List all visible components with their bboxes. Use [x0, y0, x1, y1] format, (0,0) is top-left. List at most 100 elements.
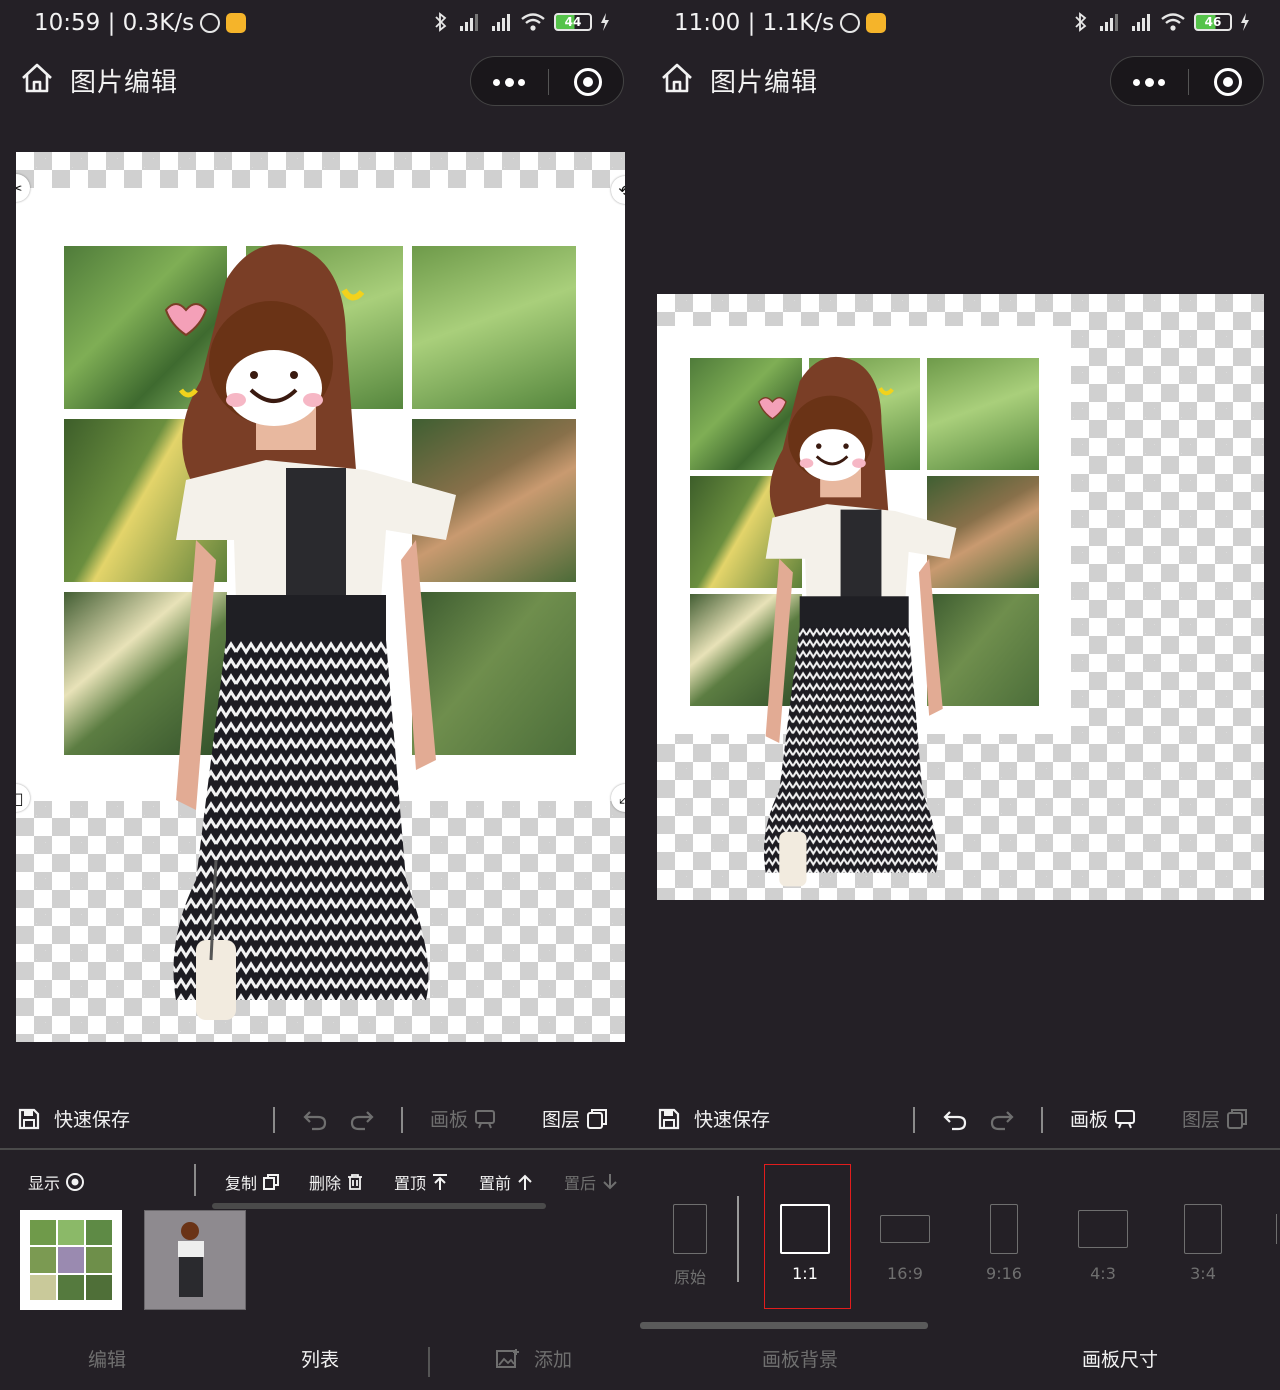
- board-icon: [1115, 1109, 1136, 1128]
- bottom-tabs: 编辑 列表 添加: [0, 1345, 640, 1385]
- bring-to-top-button[interactable]: 置顶: [394, 1170, 449, 1194]
- ratio-9-16-label: 9:16: [986, 1264, 1022, 1283]
- title-bar: 图片编辑: [0, 52, 640, 108]
- layer-operations: 显示 复制 删除 置顶 置前 置后: [0, 1160, 640, 1204]
- layers-button[interactable]: 图层: [1182, 1105, 1248, 1132]
- ratio-9-16[interactable]: 9:16: [964, 1200, 1044, 1290]
- title-bar: 图片编辑: [640, 52, 1280, 108]
- signal-icon-2: [492, 14, 510, 31]
- copy-icon: [263, 1174, 280, 1190]
- alarm-icon: [200, 13, 221, 33]
- more-icon[interactable]: [493, 78, 525, 87]
- quick-save-button[interactable]: 快速保存: [658, 1105, 770, 1132]
- page-title: 图片编辑: [70, 68, 179, 98]
- bring-forward-button[interactable]: 置前: [479, 1170, 534, 1194]
- ratio-divider: [737, 1196, 739, 1282]
- ratio-3-4[interactable]: 3:4: [1163, 1200, 1243, 1290]
- more-icon[interactable]: [1133, 78, 1165, 87]
- editor-toolbar: 快速保存 画板 图层: [640, 1095, 1280, 1149]
- alarm-icon: [840, 13, 861, 33]
- quick-save-button[interactable]: 快速保存: [18, 1105, 130, 1132]
- copy-button[interactable]: 复制: [225, 1170, 280, 1194]
- undo-icon[interactable]: [302, 1108, 328, 1132]
- toolbar-divider: [273, 1107, 275, 1133]
- layers-button[interactable]: 图层: [542, 1105, 608, 1132]
- wifi-icon: [521, 13, 545, 31]
- toolbar-divider: [401, 1107, 403, 1133]
- layer-thumbnail-collage[interactable]: [20, 1210, 122, 1310]
- status-icons: 46: [1074, 12, 1250, 32]
- board-button[interactable]: 画板: [1070, 1105, 1136, 1132]
- backward-label: 置后: [564, 1174, 597, 1193]
- capsule-divider: [1188, 69, 1189, 95]
- eye-icon: [66, 1173, 85, 1191]
- status-icons: 44: [434, 12, 610, 32]
- battery-indicator: 46: [1194, 13, 1232, 31]
- right-screen: 11:00 | 1.1K/s 46 图片编辑 快速保存 画板 图层 原始 1:1…: [640, 0, 1280, 1390]
- redo-icon[interactable]: [349, 1108, 375, 1132]
- mini-program-capsule: [1110, 56, 1264, 106]
- ops-scrollbar[interactable]: [212, 1203, 546, 1209]
- ratio-3-4-shape: [1184, 1204, 1222, 1254]
- undo-icon[interactable]: [942, 1108, 968, 1132]
- tab-edit[interactable]: 编辑: [88, 1345, 126, 1372]
- app-badge-icon: [226, 13, 247, 33]
- ratio-1-1[interactable]: 1:1: [765, 1200, 845, 1290]
- board-icon: [475, 1109, 496, 1128]
- editor-canvas[interactable]: ✂ ⟲ ◧ ⤢: [16, 152, 625, 1042]
- ratio-original-shape: [673, 1204, 707, 1254]
- left-screen: 10:59 | 0.3K/s 44 图片编辑 ✂ ⟲ 快速保存 画板 图层 显示…: [0, 0, 640, 1390]
- target-icon[interactable]: [1214, 68, 1242, 96]
- person-photo[interactable]: [752, 354, 970, 900]
- tab-divider: [428, 1347, 430, 1377]
- add-image-icon: [496, 1348, 519, 1368]
- ratio-16-9-label: 16:9: [887, 1264, 923, 1283]
- signal-icon: [460, 14, 478, 31]
- ratio-original[interactable]: 原始: [650, 1200, 730, 1290]
- toolbar-divider: [913, 1107, 915, 1133]
- home-icon[interactable]: [660, 62, 694, 94]
- layers-label: 图层: [1182, 1109, 1221, 1131]
- person-photo[interactable]: [156, 240, 476, 1040]
- layers-icon: [1227, 1108, 1248, 1129]
- quick-save-label: 快速保存: [54, 1109, 131, 1131]
- ratio-3-4-label: 3:4: [1190, 1264, 1216, 1283]
- signal-icon: [1100, 14, 1118, 31]
- ratio-more-peek: [1276, 1214, 1280, 1244]
- ratio-16-9[interactable]: 16:9: [865, 1200, 945, 1290]
- board-button[interactable]: 画板: [430, 1105, 496, 1132]
- editor-toolbar: 快速保存 画板 图层: [0, 1095, 640, 1149]
- charging-icon: [601, 13, 609, 31]
- status-left: 10:59 | 0.3K/s: [34, 10, 247, 36]
- toolbar-separator: [0, 1148, 640, 1150]
- trash-icon: [348, 1174, 363, 1190]
- show-label: 显示: [28, 1174, 61, 1193]
- ratio-scrollbar[interactable]: [640, 1322, 928, 1329]
- layer-thumbnail-person[interactable]: [144, 1210, 246, 1310]
- delete-label: 删除: [309, 1174, 342, 1193]
- board-label: 画板: [1070, 1109, 1109, 1131]
- delete-button[interactable]: 删除: [309, 1170, 364, 1194]
- battery-indicator: 44: [554, 13, 592, 31]
- tab-add[interactable]: 添加: [496, 1345, 572, 1372]
- tab-board-background[interactable]: 画板背景: [762, 1345, 838, 1372]
- ratio-16-9-shape: [880, 1215, 930, 1243]
- ratio-9-16-shape: [990, 1204, 1018, 1254]
- save-icon: [658, 1108, 680, 1129]
- tab-board-size[interactable]: 画板尺寸: [1082, 1345, 1158, 1372]
- status-left: 11:00 | 1.1K/s: [674, 10, 887, 36]
- ratio-4-3-shape: [1078, 1210, 1128, 1248]
- status-bar: 10:59 | 0.3K/s 44: [0, 0, 640, 50]
- tab-list[interactable]: 列表: [301, 1345, 339, 1372]
- top-icon: [433, 1174, 448, 1190]
- redo-icon[interactable]: [989, 1108, 1015, 1132]
- show-toggle[interactable]: 显示: [28, 1170, 85, 1194]
- top-label: 置顶: [394, 1174, 427, 1193]
- quick-save-label: 快速保存: [694, 1109, 771, 1131]
- board-label: 画板: [430, 1109, 469, 1131]
- target-icon[interactable]: [574, 68, 602, 96]
- send-backward-button[interactable]: 置后: [564, 1170, 619, 1194]
- home-icon[interactable]: [20, 62, 54, 94]
- ratio-4-3[interactable]: 4:3: [1063, 1200, 1143, 1290]
- editor-canvas[interactable]: [657, 294, 1264, 900]
